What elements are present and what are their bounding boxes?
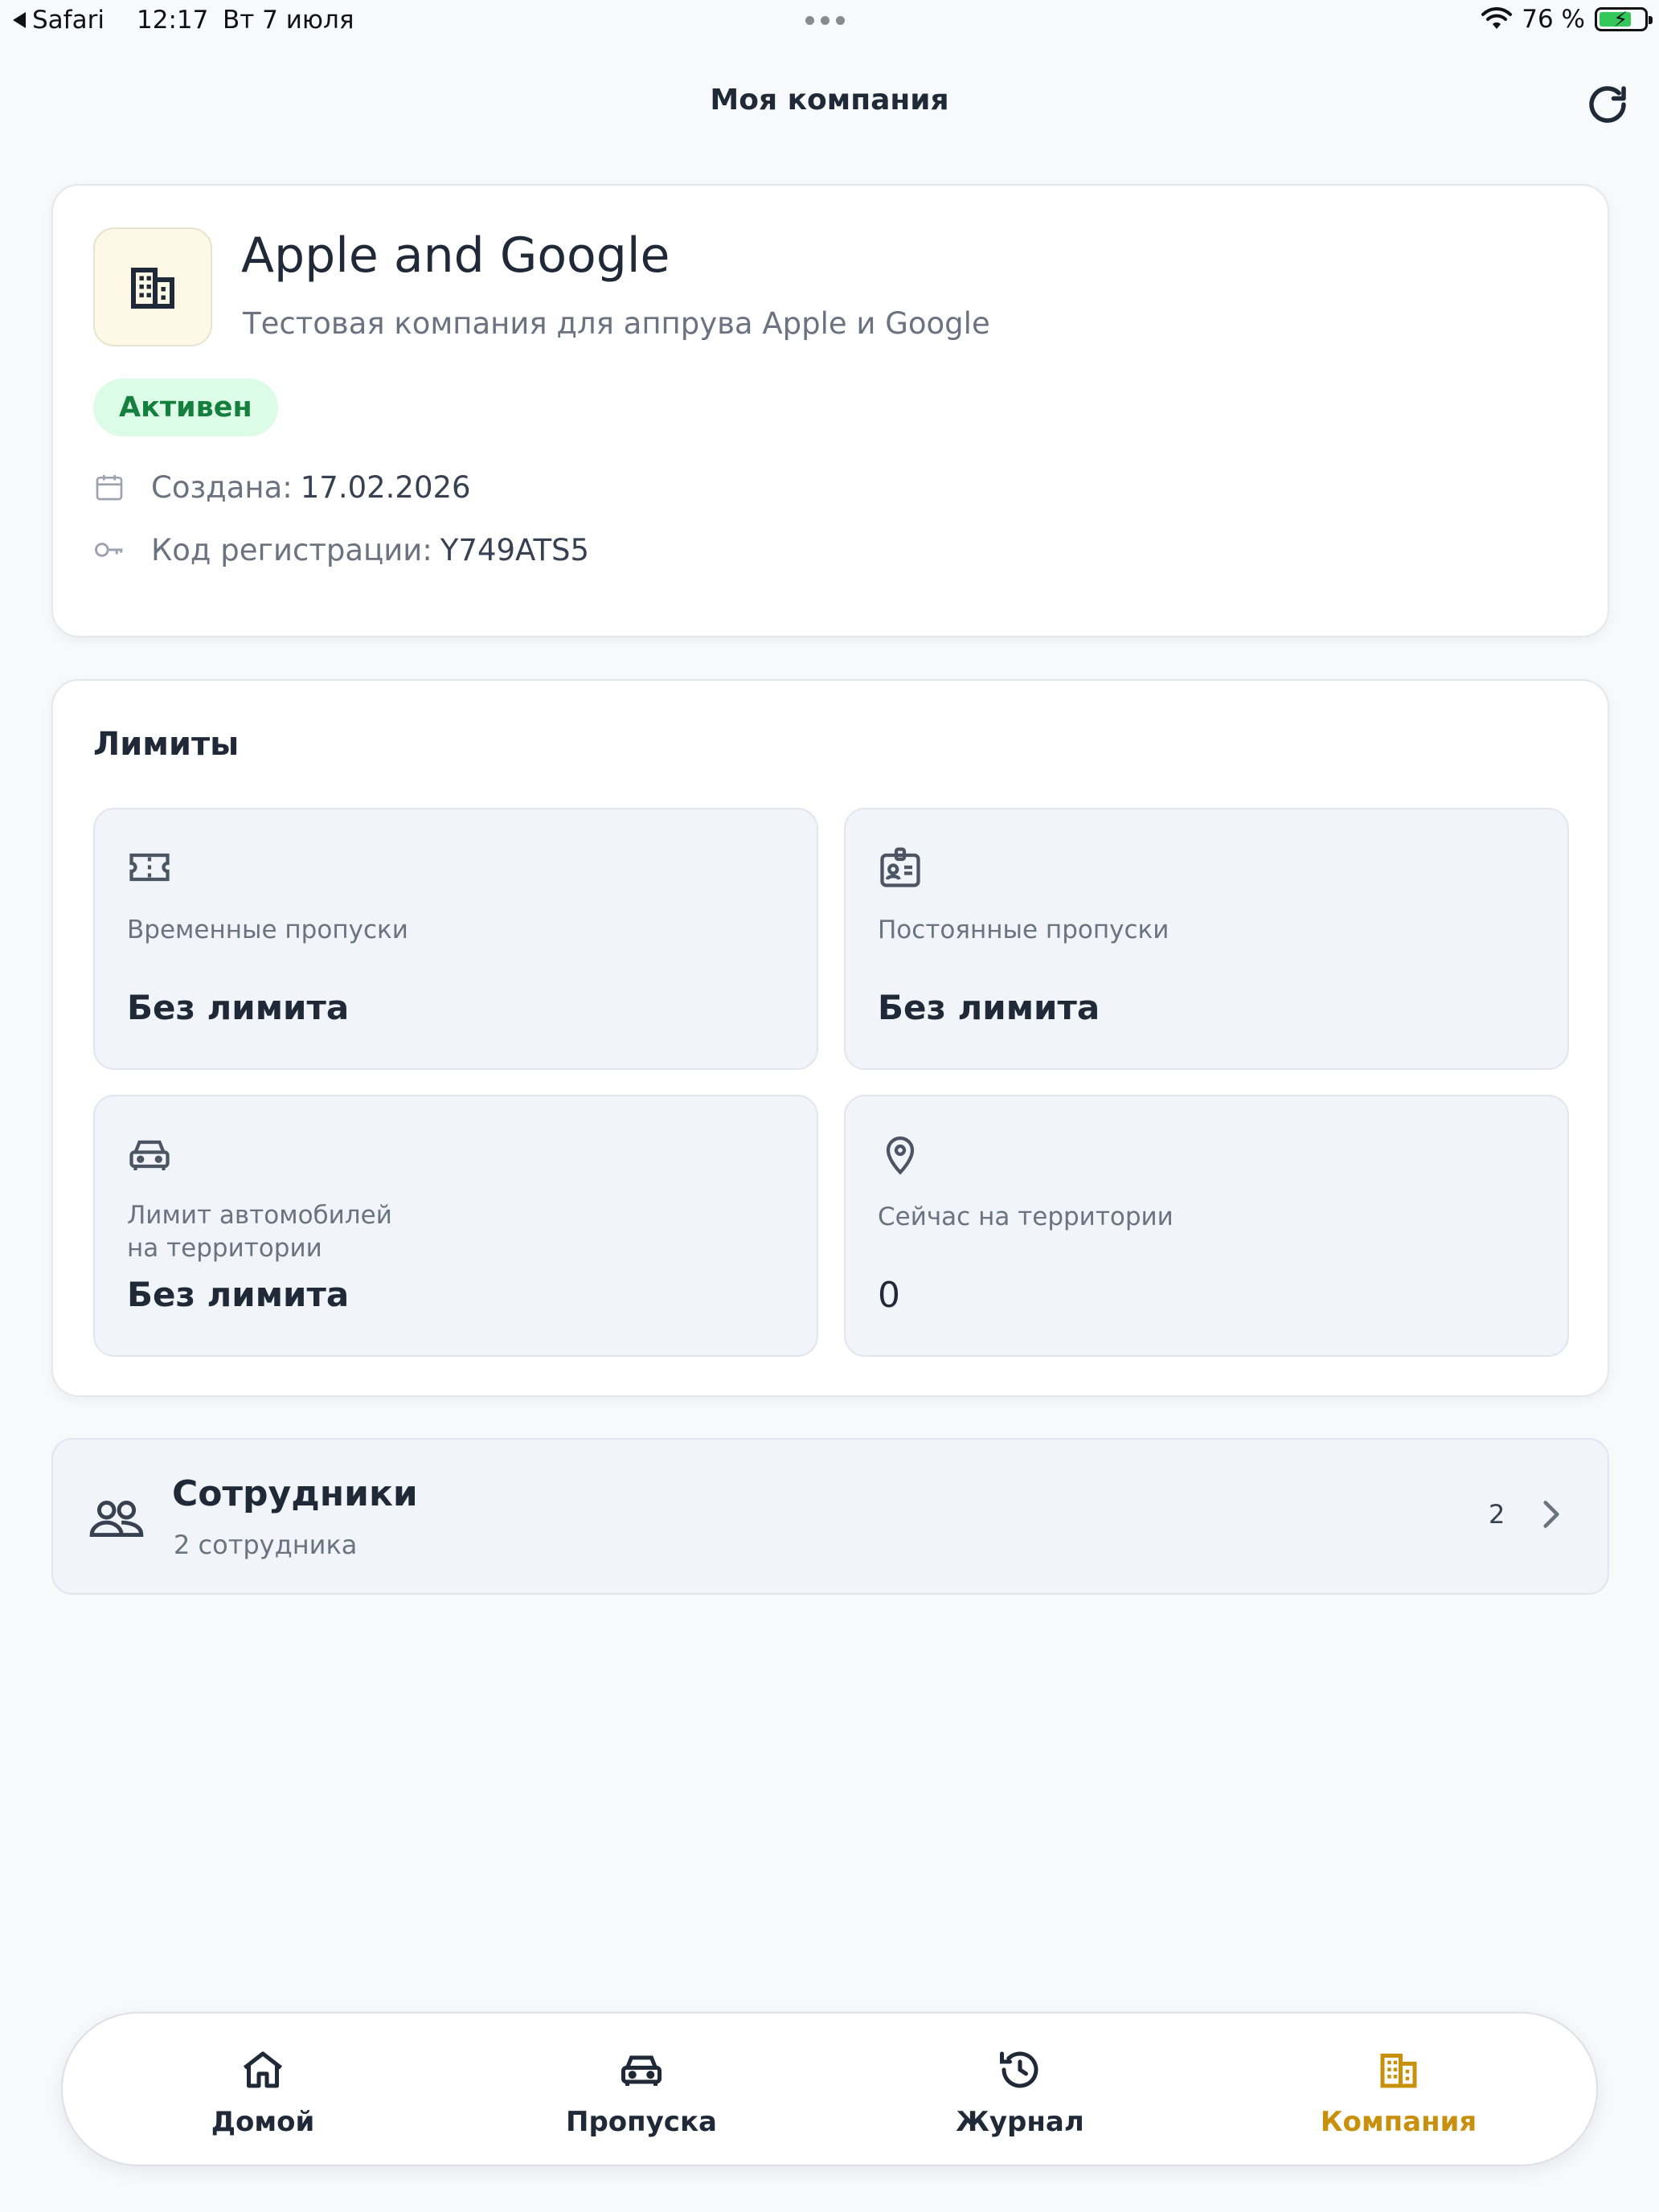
company-name: Apple and Google [241,227,670,284]
company-logo [93,227,212,346]
limit-value: Без лимита [127,988,350,1027]
car-icon [129,1140,170,1170]
company-page: Safari 12:17 Вт 7 июля 76 % ⚡ Моя компан… [0,0,1659,2212]
chevron-right-icon [1543,1501,1559,1528]
back-to-app[interactable]: Safari [13,6,104,35]
nav-passes-label: Пропуска [566,2106,717,2138]
nav-company-label: Компания [1320,2106,1477,2138]
limit-value: 0 [878,1275,900,1316]
nav-passes[interactable]: Пропуска [521,2013,762,2168]
limit-tile-temporary-passes: Временные пропуски Без лимита [93,808,818,1070]
employees-title: Сотрудники [172,1473,418,1514]
nav-journal[interactable]: Журнал [899,2013,1141,2168]
company-card: Apple and Google Тестовая компания для а… [51,184,1609,637]
employees-subtitle: 2 сотрудника [174,1530,358,1560]
status-bar: Safari 12:17 Вт 7 июля 76 % ⚡ [0,0,1659,45]
created-label: Создана: [151,469,293,505]
limit-tile-vehicles: Лимит автомобилей на территории Без лими… [93,1095,818,1357]
limit-label: Сейчас на территории [878,1202,1174,1231]
wifi-icon [1481,7,1513,29]
registration-code-value: Y749ATS5 [440,532,590,567]
multitasking-dots-icon[interactable] [805,16,845,25]
refresh-icon [1589,86,1626,123]
limit-value: Без лимита [127,1275,350,1314]
status-date: Вт 7 июля [223,6,354,35]
limit-label: Временные пропуски [127,916,408,944]
back-app-label: Safari [32,6,104,35]
status-badge: Активен [93,379,278,436]
limit-tile-permanent-passes: Постоянные пропуски Без лимита [844,808,1569,1070]
limit-tile-on-territory: Сейчас на территории 0 [844,1095,1569,1357]
created-value: 17.02.2026 [300,469,471,505]
limits-title: Лимиты [93,726,240,763]
building-icon [1380,2054,1417,2088]
limit-label: Лимит автомобилей на территории [127,1199,392,1265]
key-icon [92,532,127,567]
limit-label: Постоянные пропуски [878,916,1169,944]
id-badge-icon [880,847,920,887]
battery-icon: ⚡ [1595,7,1653,32]
created-row: Создана: 17.02.2026 [92,469,471,505]
employees-count: 2 [1489,1499,1505,1530]
limit-label-line2: на территории [127,1234,322,1263]
limit-label-line1: Лимит автомобилей [127,1201,392,1230]
nav-home-label: Домой [211,2106,315,2138]
home-icon [243,2051,283,2088]
employees-card[interactable]: Сотрудники 2 сотрудника 2 [51,1438,1609,1595]
users-icon [89,1501,144,1538]
status-right: 76 % ⚡ [1481,5,1653,34]
building-icon [131,268,174,309]
car-icon [621,2055,662,2086]
nav-company[interactable]: Компания [1278,2013,1519,2168]
nav-journal-label: Журнал [956,2106,1084,2138]
back-arrow-icon [13,12,26,28]
refresh-button[interactable] [1583,80,1632,129]
limit-value: Без лимита [878,988,1100,1027]
calendar-icon [92,469,127,505]
page-title: Моя компания [710,84,949,117]
battery-percent: 76 % [1522,5,1585,34]
status-time: 12:17 [137,6,209,35]
limits-card: Лимиты Временные пропуски Без лимита Пос… [51,679,1609,1397]
company-description: Тестовая компания для аппрува Apple и Go… [243,306,990,341]
nav-home[interactable]: Домой [142,2013,383,2168]
ticket-icon [129,853,170,882]
map-pin-icon [886,1136,915,1175]
registration-code-label: Код регистрации: [151,532,432,567]
bottom-nav: Домой Пропуска Журнал Компания [61,2012,1598,2166]
history-icon [1000,2051,1038,2088]
registration-code-row: Код регистрации: Y749ATS5 [92,532,589,567]
